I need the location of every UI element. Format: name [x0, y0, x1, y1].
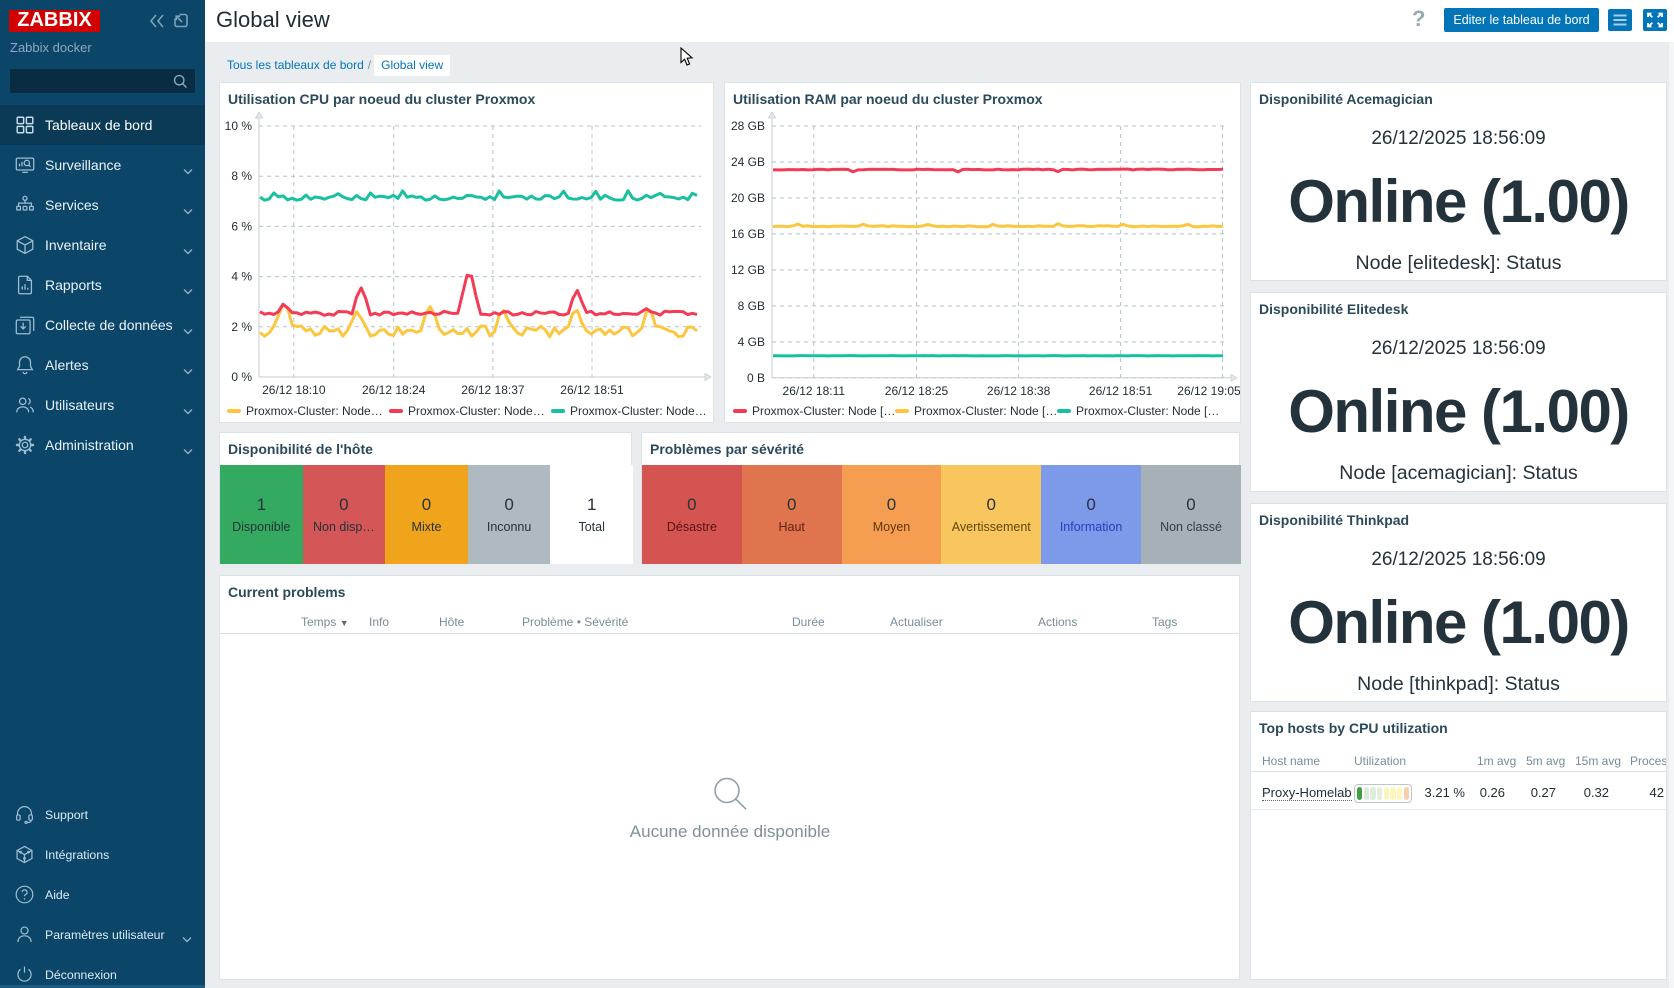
svg-text:2 %: 2 %	[231, 320, 252, 334]
svg-text:26/12 18:10: 26/12 18:10	[262, 383, 326, 397]
svg-text:12 GB: 12 GB	[731, 263, 765, 277]
svg-text:26/12 18:25: 26/12 18:25	[885, 384, 949, 398]
svg-text:26/12 18:37: 26/12 18:37	[461, 383, 525, 397]
svg-text:26/12 18:11: 26/12 18:11	[783, 384, 846, 398]
svg-text:26/12 18:24: 26/12 18:24	[362, 383, 426, 397]
svg-text:26/12 18:51: 26/12 18:51	[1089, 384, 1153, 398]
svg-text:20 GB: 20 GB	[731, 191, 765, 205]
svg-text:4 GB: 4 GB	[738, 335, 765, 349]
svg-text:4 %: 4 %	[231, 270, 252, 284]
svg-text:8 GB: 8 GB	[738, 299, 765, 313]
svg-text:24 GB: 24 GB	[731, 155, 765, 169]
svg-text:26/12 18:38: 26/12 18:38	[987, 384, 1051, 398]
svg-text:26/12 19:05: 26/12 19:05	[1177, 384, 1240, 398]
svg-text:0 %: 0 %	[231, 370, 252, 384]
svg-text:0 B: 0 B	[747, 371, 765, 385]
svg-text:8 %: 8 %	[231, 169, 252, 183]
svg-text:28 GB: 28 GB	[731, 119, 765, 133]
svg-text:10 %: 10 %	[225, 119, 253, 133]
svg-text:16 GB: 16 GB	[731, 227, 765, 241]
svg-text:26/12 18:51: 26/12 18:51	[560, 383, 624, 397]
svg-text:6 %: 6 %	[231, 219, 252, 233]
